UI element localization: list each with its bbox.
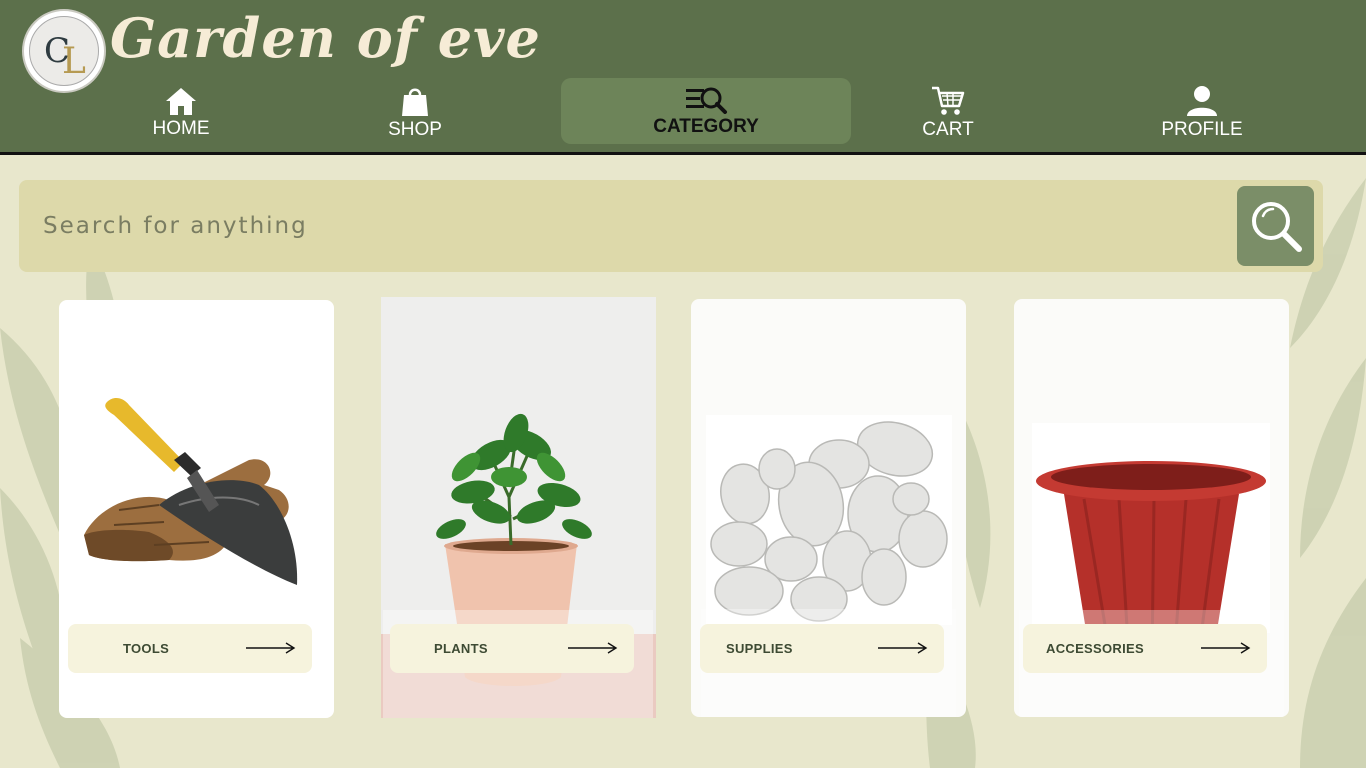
category-label-plants[interactable]: PLANTS [390, 624, 634, 673]
cart-icon [932, 86, 965, 115]
arrow-right-icon [1201, 642, 1251, 654]
nav-profile-label: PROFILE [1161, 119, 1243, 140]
nav-category-label: CATEGORY [653, 116, 759, 137]
category-search-icon [686, 87, 727, 114]
nav-home-label: HOME [152, 118, 210, 139]
nav-shop[interactable]: SHOP [355, 80, 475, 146]
arrow-right-icon [878, 642, 928, 654]
category-card-plants[interactable]: PLANTS [381, 297, 656, 718]
category-label-accessories[interactable]: ACCESSORIES [1023, 624, 1267, 673]
category-name: PLANTS [434, 641, 488, 656]
brand-logo[interactable]: C L [22, 9, 106, 93]
nav-category[interactable]: CATEGORY [561, 78, 851, 144]
arrow-right-icon [246, 642, 296, 654]
search-button[interactable] [1237, 186, 1314, 266]
nav-shop-label: SHOP [388, 119, 442, 140]
logo-letter-l: L [62, 41, 86, 82]
category-label-supplies[interactable]: SUPPLIES [700, 624, 944, 673]
nav-cart-label: CART [922, 119, 974, 140]
category-card-accessories[interactable]: ACCESSORIES [1014, 299, 1289, 717]
nav-home[interactable]: HOME [121, 80, 241, 146]
search-bar [19, 180, 1323, 272]
search-icon [1251, 202, 1302, 252]
logo-monogram: C L [29, 16, 99, 86]
category-label-tools[interactable]: TOOLS [68, 624, 312, 673]
brand-name: Garden of eve [110, 6, 541, 70]
arrow-right-icon [568, 642, 618, 654]
top-navigation-bar: C L Garden of eve HOME SHOP CATEGORY CAR… [0, 0, 1366, 155]
category-card-tools[interactable]: TOOLS [59, 300, 334, 718]
nav-cart[interactable]: CART [888, 80, 1008, 146]
category-name: TOOLS [123, 641, 170, 656]
category-name: ACCESSORIES [1046, 641, 1144, 656]
category-card-supplies[interactable]: SUPPLIES [691, 299, 966, 717]
nav-profile[interactable]: PROFILE [1142, 80, 1262, 146]
home-icon [166, 88, 196, 115]
category-name: SUPPLIES [726, 641, 793, 656]
shopping-bag-icon [402, 88, 428, 116]
search-input[interactable] [43, 200, 1223, 252]
user-icon [1187, 86, 1217, 116]
